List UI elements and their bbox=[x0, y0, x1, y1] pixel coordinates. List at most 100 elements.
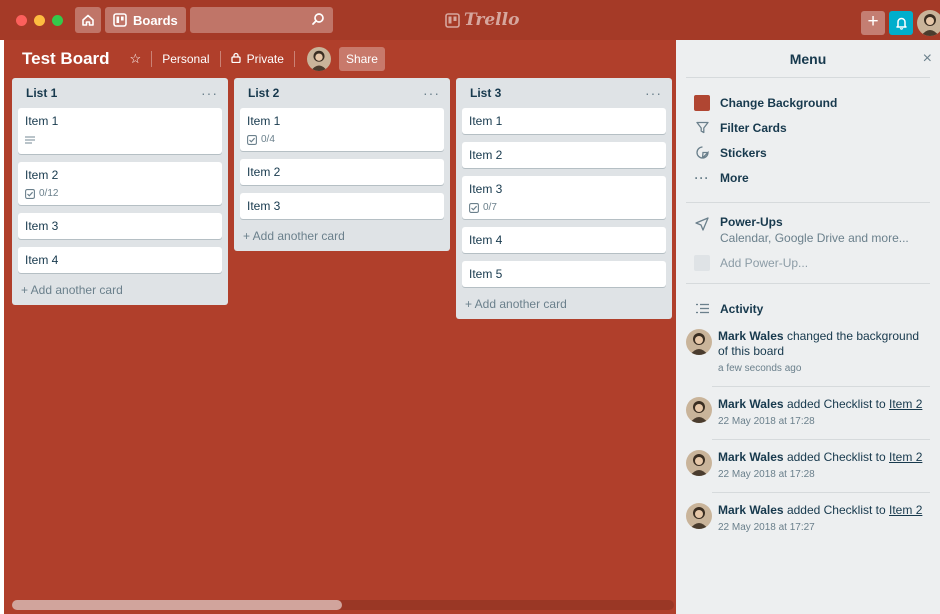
activity-entry: Mark Wales added Checklist to Item 2 22 … bbox=[676, 450, 940, 482]
avatar-photo bbox=[686, 450, 712, 476]
card[interactable]: Item 1 0/4 bbox=[240, 108, 444, 151]
card[interactable]: Item 5 bbox=[462, 261, 666, 287]
search-input[interactable] bbox=[189, 7, 333, 33]
checklist-count: 0/7 bbox=[483, 202, 497, 213]
team-button[interactable]: Personal bbox=[162, 52, 209, 66]
add-card-button[interactable]: + Add another card bbox=[18, 281, 222, 299]
share-button[interactable]: Share bbox=[338, 47, 385, 71]
activity-user[interactable]: Mark Wales bbox=[718, 503, 784, 517]
star-icon[interactable]: ☆ bbox=[130, 51, 142, 67]
user-avatar[interactable] bbox=[917, 10, 940, 36]
scrollbar-thumb[interactable] bbox=[12, 600, 342, 610]
close-icon[interactable]: × bbox=[923, 50, 932, 68]
activity-card-link[interactable]: Item 2 bbox=[889, 450, 922, 464]
board-title[interactable]: Test Board bbox=[22, 49, 110, 69]
card[interactable]: Item 1 bbox=[18, 108, 222, 154]
activity-time[interactable]: 22 May 2018 at 17:27 bbox=[718, 520, 922, 535]
card-title: Item 3 bbox=[469, 182, 503, 196]
horizontal-scrollbar[interactable] bbox=[12, 600, 674, 610]
header-divider bbox=[151, 51, 153, 67]
list-column: List 1 ··· Item 1 Item 2 0/12 Item 3 Ite… bbox=[12, 78, 228, 305]
board-canvas: Test Board ☆ Personal Private Share List… bbox=[4, 40, 676, 614]
card[interactable]: Item 3 bbox=[240, 193, 444, 219]
add-card-button[interactable]: + Add another card bbox=[240, 227, 444, 245]
activity-avatar[interactable] bbox=[686, 450, 712, 476]
board-header: Test Board ☆ Personal Private Share bbox=[4, 40, 676, 78]
activity-avatar[interactable] bbox=[686, 329, 712, 355]
top-bar: Boards Trello + bbox=[0, 0, 940, 40]
filter-cards-item[interactable]: Filter Cards bbox=[676, 115, 940, 140]
checklist-badge: 0/4 bbox=[247, 134, 437, 145]
checklist-icon bbox=[469, 202, 479, 213]
activity-header: Activity bbox=[676, 296, 940, 321]
boards-label: Boards bbox=[133, 12, 178, 28]
card[interactable]: Item 2 bbox=[462, 142, 666, 168]
card[interactable]: Item 3 0/7 bbox=[462, 176, 666, 219]
add-power-up-button[interactable]: Add Power-Up... bbox=[676, 255, 940, 271]
boards-button[interactable]: Boards bbox=[105, 7, 186, 33]
notifications-button[interactable] bbox=[889, 11, 913, 35]
activity-card-link[interactable]: Item 2 bbox=[889, 397, 922, 411]
minimize-window-button[interactable] bbox=[34, 14, 45, 26]
bell-icon bbox=[895, 17, 907, 30]
member-avatar[interactable] bbox=[306, 47, 331, 71]
activity-text: added Checklist to bbox=[786, 450, 886, 464]
activity-user[interactable]: Mark Wales bbox=[718, 450, 784, 464]
list-title[interactable]: List 2 bbox=[248, 86, 279, 100]
card[interactable]: Item 2 0/12 bbox=[18, 162, 222, 205]
activity-card-link[interactable]: Item 2 bbox=[889, 503, 922, 517]
activity-time[interactable]: 22 May 2018 at 17:28 bbox=[718, 467, 922, 482]
checklist-count: 0/12 bbox=[39, 188, 59, 199]
search-icon bbox=[311, 13, 324, 25]
list-menu-icon[interactable]: ··· bbox=[201, 86, 218, 100]
list-menu-icon[interactable]: ··· bbox=[645, 86, 662, 100]
list-title[interactable]: List 1 bbox=[26, 86, 57, 100]
activity-time[interactable]: 22 May 2018 at 17:28 bbox=[718, 414, 922, 429]
header-divider bbox=[293, 51, 295, 67]
card[interactable]: Item 4 bbox=[18, 247, 222, 273]
more-item[interactable]: ··· More bbox=[676, 165, 940, 190]
checklist-icon bbox=[25, 188, 35, 199]
stickers-item[interactable]: Stickers bbox=[676, 140, 940, 165]
window-controls bbox=[16, 14, 63, 26]
card[interactable]: Item 3 bbox=[18, 213, 222, 239]
card-title: Item 1 bbox=[247, 114, 281, 128]
checklist-icon bbox=[247, 134, 257, 145]
card[interactable]: Item 1 bbox=[462, 108, 666, 134]
activity-user[interactable]: Mark Wales bbox=[718, 397, 784, 411]
zoom-window-button[interactable] bbox=[52, 14, 63, 26]
list-header: List 1 ··· bbox=[18, 78, 222, 108]
menu-header: Menu × bbox=[686, 40, 932, 78]
home-button[interactable] bbox=[75, 7, 101, 33]
add-power-up-label: Add Power-Up... bbox=[720, 256, 809, 270]
power-ups-title: Power-Ups bbox=[720, 215, 783, 229]
checklist-badge: 0/12 bbox=[25, 188, 215, 199]
activity-user[interactable]: Mark Wales bbox=[718, 329, 784, 343]
activity-title: Activity bbox=[720, 301, 764, 316]
list-header: List 3 ··· bbox=[462, 78, 666, 108]
boards-icon bbox=[113, 13, 127, 27]
card[interactable]: Item 4 bbox=[462, 227, 666, 253]
visibility-label: Private bbox=[246, 52, 284, 66]
list-title[interactable]: List 3 bbox=[470, 86, 501, 100]
card[interactable]: Item 2 bbox=[240, 159, 444, 185]
activity-avatar[interactable] bbox=[686, 397, 712, 423]
activity-time[interactable]: a few seconds ago bbox=[718, 361, 926, 376]
board-menu-panel: Menu × Change Background Filter Cards St… bbox=[676, 40, 940, 614]
create-button[interactable]: + bbox=[861, 11, 885, 35]
menu-divider bbox=[686, 283, 930, 284]
change-background-item[interactable]: Change Background bbox=[676, 90, 940, 115]
activity-avatar[interactable] bbox=[686, 503, 712, 529]
card-title: Item 2 bbox=[469, 148, 503, 162]
avatar-photo bbox=[917, 10, 940, 36]
list-column: List 2 ··· Item 1 0/4 Item 2 Item 3 + Ad… bbox=[234, 78, 450, 251]
add-card-button[interactable]: + Add another card bbox=[462, 295, 666, 313]
power-ups-item[interactable]: Power-Ups Calendar, Google Drive and mor… bbox=[676, 215, 940, 245]
visibility-button[interactable]: Private bbox=[230, 52, 284, 66]
trello-logo[interactable]: Trello bbox=[445, 10, 519, 30]
logo-text: Trello bbox=[464, 10, 520, 30]
close-window-button[interactable] bbox=[16, 14, 27, 26]
list-menu-icon[interactable]: ··· bbox=[423, 86, 440, 100]
activity-text: added Checklist to bbox=[786, 503, 886, 517]
card-title: Item 2 bbox=[25, 168, 59, 182]
